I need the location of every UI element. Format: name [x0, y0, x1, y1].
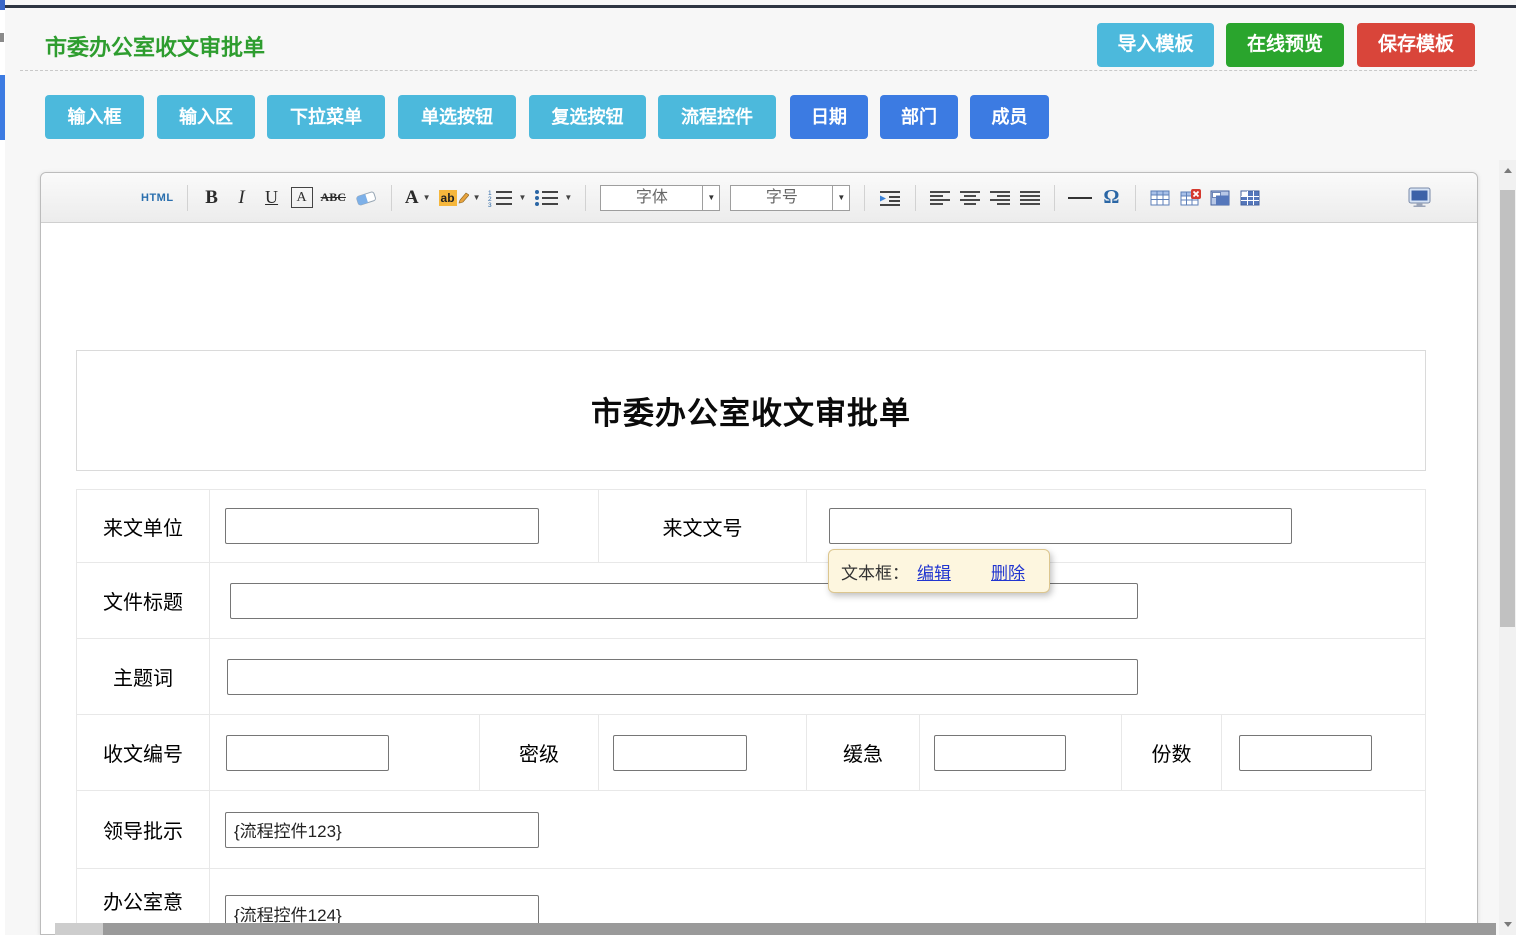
table-row: 来文单位 来文文号 [77, 490, 1425, 563]
cell-properties-icon[interactable] [1239, 183, 1261, 213]
svg-text:3: 3 [488, 202, 492, 207]
add-checkbox-button[interactable]: 复选按钮 [529, 95, 646, 139]
font-size-select[interactable]: 字号 ▼ [730, 185, 850, 211]
strikethrough-icon[interactable]: ABC [321, 183, 346, 213]
header-divider [20, 70, 1477, 71]
align-justify-icon[interactable] [1019, 183, 1041, 213]
delete-table-icon[interactable] [1179, 183, 1201, 213]
font-size-dropdown-arrow[interactable]: ▼ [832, 186, 849, 210]
import-template-button[interactable]: 导入模板 [1097, 23, 1214, 67]
fullscreen-preview-icon[interactable] [1407, 183, 1433, 213]
horizontal-rule-icon[interactable] [1068, 183, 1092, 213]
add-date-button[interactable]: 日期 [790, 95, 868, 139]
label-leader-note: 领导批示 [77, 791, 210, 868]
form-table: 来文单位 来文文号 文件标题 主题词 收文编号 [76, 489, 1426, 934]
scroll-up-button[interactable] [1499, 162, 1516, 179]
indent-icon[interactable] [878, 183, 902, 213]
form-title: 市委办公室收文审批单 [591, 388, 911, 433]
align-center-icon[interactable] [959, 183, 981, 213]
keywords-input[interactable] [227, 659, 1138, 695]
underline-icon[interactable]: U [261, 183, 283, 213]
bottom-window-edge [103, 923, 1496, 935]
add-radio-button[interactable]: 单选按钮 [398, 95, 516, 139]
edge-text-fragment [0, 33, 4, 42]
ordered-list-icon[interactable]: 123 ▼ [488, 183, 526, 213]
label-keywords: 主题词 [77, 639, 210, 714]
label-urgency: 缓急 [807, 715, 920, 790]
label-security: 密级 [480, 715, 599, 790]
highlight-color-icon[interactable]: ab ▼ [439, 183, 481, 213]
rich-text-editor: HTML B I U A ABC A▼ ab ▼ 123 ▼ ▼ [40, 172, 1478, 935]
font-family-select[interactable]: 字体 ▼ [600, 185, 720, 211]
urgency-input[interactable] [934, 735, 1066, 771]
security-input[interactable] [613, 735, 747, 771]
scrollbar-thumb[interactable] [1500, 190, 1515, 627]
align-right-icon[interactable] [989, 183, 1011, 213]
table-row: 主题词 [77, 639, 1425, 715]
label-receipt-number: 收文编号 [77, 715, 210, 790]
label-doc-title: 文件标题 [77, 563, 210, 638]
insert-table-icon[interactable] [1149, 183, 1171, 213]
table-row: 文件标题 [77, 563, 1425, 639]
label-source-unit: 来文单位 [77, 490, 210, 562]
tooltip-edit-link[interactable]: 编辑 [917, 559, 951, 584]
tooltip-delete-link[interactable]: 删除 [991, 559, 1025, 584]
special-char-icon[interactable]: Ω [1100, 183, 1122, 213]
window-top-edge [5, 5, 1516, 8]
html-source-icon[interactable]: HTML [141, 183, 174, 213]
table-row: 收文编号 密级 缓急 份数 [77, 715, 1425, 791]
add-flow-control-button[interactable]: 流程控件 [658, 95, 776, 139]
screen: 市委办公室收文审批单 导入模板 在线预览 保存模板 输入框 输入区 下拉菜单 单… [0, 0, 1516, 935]
bottom-window-edge-light [55, 923, 103, 935]
receipt-number-input[interactable] [226, 735, 389, 771]
add-department-button[interactable]: 部门 [880, 95, 958, 139]
label-copies: 份数 [1122, 715, 1222, 790]
font-family-dropdown-arrow[interactable]: ▼ [702, 186, 719, 210]
add-member-button[interactable]: 成员 [970, 95, 1049, 139]
unordered-list-icon[interactable]: ▼ [534, 183, 572, 213]
remove-format-eraser-icon[interactable] [354, 183, 378, 213]
source-number-input[interactable] [829, 508, 1292, 544]
editor-toolbar: HTML B I U A ABC A▼ ab ▼ 123 ▼ ▼ [41, 173, 1477, 223]
align-left-icon[interactable] [929, 183, 951, 213]
save-template-button[interactable]: 保存模板 [1357, 23, 1475, 67]
online-preview-button[interactable]: 在线预览 [1226, 23, 1344, 67]
add-input-area-button[interactable]: 输入区 [157, 95, 255, 139]
label-source-number: 来文文号 [599, 490, 807, 562]
font-color-icon[interactable]: A▼ [405, 183, 431, 213]
left-page-edge [0, 0, 5, 935]
italic-icon[interactable]: I [231, 183, 253, 213]
edge-blue-header-fragment [0, 0, 5, 10]
source-unit-input[interactable] [225, 508, 539, 544]
edge-blue-button-fragment [0, 75, 5, 140]
scroll-down-button[interactable] [1499, 916, 1516, 933]
bold-icon[interactable]: B [201, 183, 223, 213]
table-row: 领导批示 [77, 791, 1425, 869]
leader-note-input[interactable] [225, 812, 539, 848]
format-box-icon[interactable]: A [291, 187, 313, 208]
vertical-scrollbar[interactable] [1499, 160, 1516, 935]
editor-document[interactable]: 市委办公室收文审批单 来文单位 来文文号 文件标题 主题词 [41, 223, 1477, 934]
table-properties-icon[interactable] [1209, 183, 1231, 213]
textbox-control-tooltip: 文本框： 编辑 删除 [828, 549, 1050, 593]
add-dropdown-button[interactable]: 下拉菜单 [267, 95, 385, 139]
add-input-box-button[interactable]: 输入框 [45, 95, 144, 139]
form-title-box: 市委办公室收文审批单 [76, 350, 1426, 471]
page-title: 市委办公室收文审批单 [45, 30, 265, 62]
copies-input[interactable] [1239, 735, 1372, 771]
tooltip-label: 文本框： [841, 559, 909, 584]
